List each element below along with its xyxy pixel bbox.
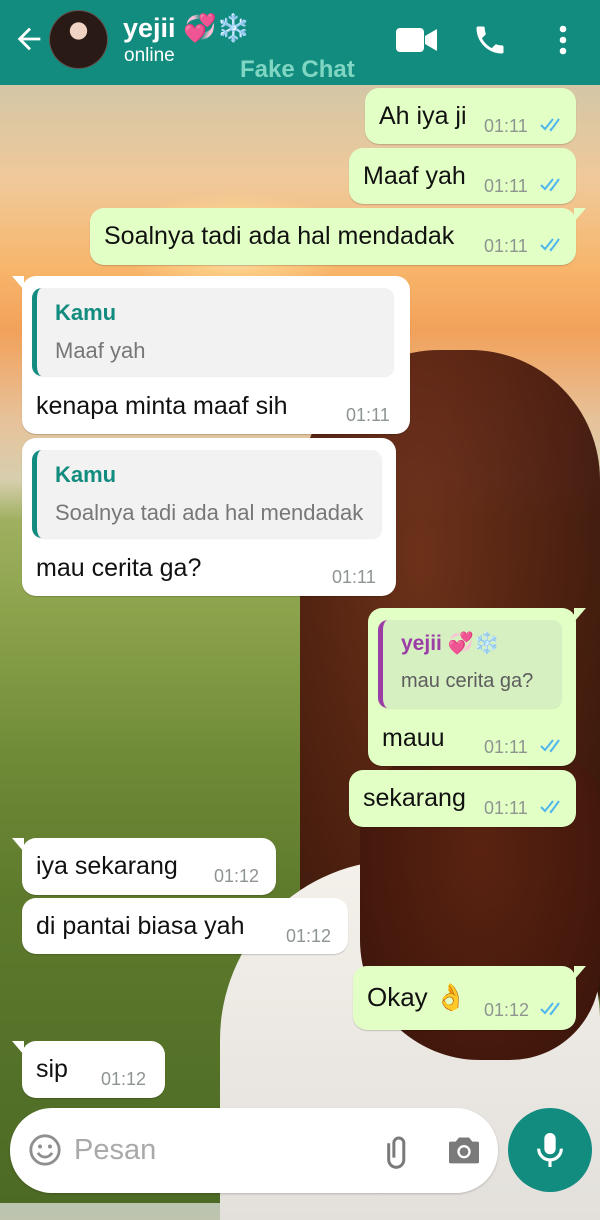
avatar[interactable] xyxy=(49,10,108,69)
reply-author: Kamu xyxy=(55,462,117,487)
more-vert-icon[interactable] xyxy=(552,24,574,56)
video-call-icon[interactable] xyxy=(396,26,438,54)
message-text: mau cerita ga? xyxy=(36,554,202,582)
message-outgoing[interactable]: sekarang 01:11 xyxy=(349,770,576,827)
read-ticks-icon xyxy=(540,1002,560,1016)
message-time: 01:12 xyxy=(484,1000,530,1020)
message-outgoing[interactable]: Okay 👌 01:12 xyxy=(353,966,586,1030)
watermark-text: Fake Chat xyxy=(240,56,355,83)
message-text: Ah iya ji xyxy=(379,102,467,130)
phone-icon[interactable] xyxy=(472,22,508,58)
message-input[interactable]: Pesan xyxy=(74,1134,156,1167)
read-ticks-icon xyxy=(540,800,560,814)
read-ticks-icon xyxy=(540,739,560,753)
message-incoming[interactable]: Kamu Soalnya tadi ada hal mendadak mau c… xyxy=(22,438,396,596)
message-time: 01:11 xyxy=(484,116,528,136)
message-time: 01:11 xyxy=(484,236,528,256)
message-time: 01:11 xyxy=(484,798,528,818)
message-outgoing[interactable]: Maaf yah 01:11 xyxy=(349,148,576,204)
arrow-left-icon[interactable] xyxy=(12,22,46,56)
message-outgoing[interactable]: Soalnya tadi ada hal mendadak 01:11 xyxy=(90,208,586,265)
message-time: 01:12 xyxy=(286,926,332,946)
message-text: sip xyxy=(36,1055,68,1083)
message-text: Okay 👌 xyxy=(367,982,468,1012)
reply-quote[interactable]: Kamu Maaf yah xyxy=(32,288,394,376)
message-text: di pantai biasa yah xyxy=(36,912,245,940)
message-incoming[interactable]: Kamu Maaf yah kenapa minta maaf sih 01:1… xyxy=(12,276,410,434)
contact-name[interactable]: yejii 💞❄️ xyxy=(123,12,250,44)
message-text: Soalnya tadi ada hal mendadak xyxy=(104,222,455,250)
message-time: 01:11 xyxy=(346,405,390,425)
microphone-icon xyxy=(537,1133,563,1167)
message-incoming[interactable]: iya sekarang 01:12 xyxy=(12,838,276,895)
contact-status: online xyxy=(124,45,175,66)
message-text: iya sekarang xyxy=(36,852,178,880)
message-outgoing[interactable]: Ah iya ji 01:11 xyxy=(365,88,576,144)
message-text: Maaf yah xyxy=(363,162,466,190)
camera-icon[interactable] xyxy=(444,1130,484,1170)
read-ticks-icon xyxy=(540,178,560,192)
microphone-button[interactable] xyxy=(508,1108,592,1192)
message-time: 01:11 xyxy=(484,737,528,757)
read-ticks-icon xyxy=(540,118,560,132)
reply-quote[interactable]: yejii 💞❄️ mau cerita ga? xyxy=(378,620,562,708)
message-incoming[interactable]: di pantai biasa yah 01:12 xyxy=(22,898,348,954)
reply-text: Soalnya tadi ada hal mendadak xyxy=(55,500,364,525)
reply-text: mau cerita ga? xyxy=(401,670,534,692)
reply-author: yejii 💞❄️ xyxy=(401,632,500,655)
chat-header: yejii 💞❄️ online Fake Chat xyxy=(0,0,600,85)
reply-quote[interactable]: Kamu Soalnya tadi ada hal mendadak xyxy=(32,450,382,538)
message-input-bar[interactable]: Pesan xyxy=(10,1108,498,1193)
message-text: sekarang xyxy=(363,784,466,812)
message-incoming[interactable]: sip 01:12 xyxy=(12,1041,165,1098)
message-time: 01:11 xyxy=(484,176,528,196)
read-ticks-icon xyxy=(540,238,560,252)
message-time: 01:12 xyxy=(101,1069,147,1089)
paperclip-icon[interactable] xyxy=(378,1130,418,1170)
message-time: 01:12 xyxy=(214,866,260,886)
emoji-icon[interactable] xyxy=(28,1133,62,1167)
message-text: mauu xyxy=(382,724,445,752)
message-outgoing[interactable]: yejii 💞❄️ mau cerita ga? mauu 01:11 xyxy=(368,608,586,766)
reply-text: Maaf yah xyxy=(55,338,146,363)
reply-author: Kamu xyxy=(55,300,117,325)
message-text: kenapa minta maaf sih xyxy=(36,392,288,420)
message-time: 01:11 xyxy=(332,567,376,587)
